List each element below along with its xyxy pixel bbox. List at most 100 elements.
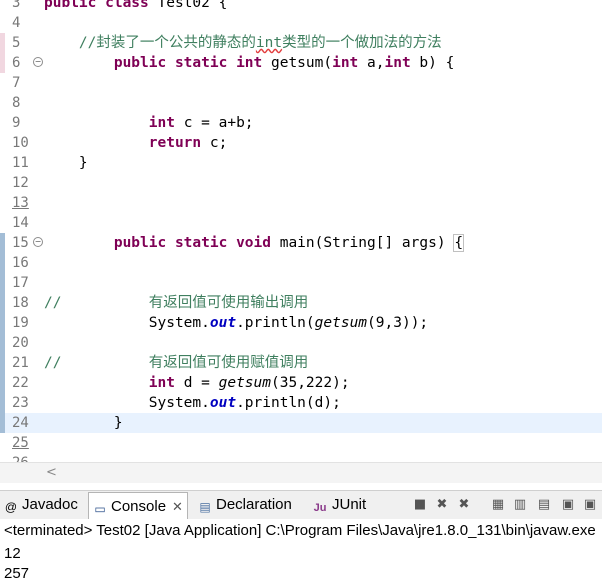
code-keyword: int [148, 375, 184, 391]
line-number: 24 [12, 415, 29, 431]
code-line[interactable]: 15− public static void main(String[] arg… [0, 233, 602, 253]
code-text: } [44, 153, 88, 173]
line-number: 19 [12, 315, 29, 331]
code-line[interactable]: 10 return c; [0, 133, 602, 153]
line-number: 8 [12, 95, 21, 111]
fold-toggle-icon[interactable]: − [33, 57, 43, 67]
line-number: 14 [12, 215, 29, 231]
code-text: } [44, 413, 123, 433]
code-line[interactable]: 5 //封装了一个公共的静态的int类型的一个做加法的方法 [0, 33, 602, 53]
code-line[interactable]: 8 [0, 93, 602, 113]
code-text: int c = a+b; [44, 113, 254, 133]
code-token: c; [209, 135, 228, 151]
console-output-line: 12 [4, 545, 21, 562]
code-line[interactable]: 6− public static int getsum(int a,int b)… [0, 53, 602, 73]
line-number: 16 [12, 255, 29, 271]
code-line[interactable]: 23 System.out.println(d); [0, 393, 602, 413]
line-number: 7 [12, 75, 21, 91]
code-token: c = a+b; [183, 115, 254, 131]
tab-label: JUnit [332, 496, 367, 513]
remove-launch-icon[interactable]: ✖ [434, 497, 450, 513]
code-line[interactable]: 14 [0, 213, 602, 233]
code-line[interactable]: 13 [0, 193, 602, 213]
code-keyword: return [148, 135, 210, 151]
tab-console[interactable]: ▭ Console ✕ [88, 492, 188, 520]
code-keyword: static [174, 235, 237, 251]
code-line[interactable]: 7 [0, 73, 602, 93]
code-keyword: int [332, 55, 368, 71]
line-number: 23 [12, 395, 29, 411]
display-console-icon[interactable]: ▣ [582, 497, 598, 513]
tab-declaration[interactable]: ▤ Declaration [198, 494, 292, 516]
code-token: out [209, 395, 237, 411]
code-token: getsum( [270, 55, 333, 71]
line-number: 13 [12, 195, 29, 211]
line-number: 12 [12, 175, 29, 191]
line-number: 25 [12, 435, 29, 451]
line-number: 9 [12, 115, 21, 131]
remove-all-icon[interactable]: ✖ [456, 497, 472, 513]
annotation-marker [0, 53, 5, 73]
code-token: (9,3)); [367, 315, 429, 331]
code-token: (35,222); [271, 375, 350, 391]
scroll-left-icon[interactable]: < [46, 465, 57, 480]
code-line[interactable]: 11 } [0, 153, 602, 173]
code-line[interactable]: 18 // 有返回值可使用输出调用 [0, 293, 602, 313]
code-line[interactable]: 26 [0, 453, 602, 462]
code-line[interactable]: 16 [0, 253, 602, 273]
horizontal-scrollbar[interactable]: < [0, 462, 602, 483]
junit-icon: Ju [313, 502, 327, 514]
code-token: getsum [218, 375, 271, 391]
quick-diff-marker [0, 293, 5, 313]
code-token: System. [44, 315, 210, 331]
code-line[interactable]: 19 System.out.println(getsum(9,3)); [0, 313, 602, 333]
code-editor[interactable]: 3 public class Test02 {4 5 //封装了一个公共的静态的in… [0, 0, 602, 462]
tab-label: Console [111, 498, 167, 515]
at-icon: @ [4, 500, 18, 514]
annotation-marker [0, 33, 5, 53]
quick-diff-marker [0, 333, 5, 353]
code-text: //封装了一个公共的静态的int类型的一个做加法的方法 [44, 33, 442, 53]
code-line[interactable]: 22 int d = getsum(35,222); [0, 373, 602, 393]
scroll-lock-icon[interactable]: ▥ [512, 497, 528, 513]
tab-label: Javadoc [22, 496, 78, 513]
word-wrap-icon[interactable]: ▤ [536, 497, 552, 513]
code-keyword: public [44, 0, 106, 11]
console-process-label: <terminated> Test02 [Java Application] C… [0, 519, 602, 543]
code-line[interactable]: 3 public class Test02 { [0, 0, 602, 13]
code-line[interactable]: 21 // 有返回值可使用赋值调用 [0, 353, 602, 373]
code-comment: int [255, 35, 283, 51]
code-text: return c; [44, 133, 228, 153]
code-keyword: void [236, 235, 280, 251]
code-text: System.out.println(getsum(9,3)); [44, 313, 428, 333]
code-keyword: static [174, 55, 237, 71]
code-token: getsum [314, 315, 368, 331]
tab-junit[interactable]: Ju JUnit [312, 494, 367, 516]
line-number: 11 [12, 155, 29, 171]
code-comment: //封装了一个公共的静态的 [78, 35, 256, 51]
code-comment: 类型的一个做加法的方法 [282, 35, 442, 51]
code-line[interactable]: 20 [0, 333, 602, 353]
code-line[interactable]: 25 [0, 433, 602, 453]
close-icon[interactable]: ✕ [172, 499, 183, 514]
quick-diff-marker [0, 393, 5, 413]
code-token: System. [44, 395, 210, 411]
fold-toggle-icon[interactable]: − [33, 237, 43, 247]
pin-console-icon[interactable]: ▣ [560, 497, 576, 513]
code-token: .println( [236, 315, 315, 331]
terminate-icon[interactable]: ■ [412, 497, 428, 513]
views-tab-bar: ■ ✖ ✖ ▦ ▥ ▤ ▣ ▣ @ Javadoc ▭ Console ✕ ▤ Declar… [0, 490, 602, 520]
code-line[interactable]: 9 int c = a+b; [0, 113, 602, 133]
code-line[interactable]: 4 [0, 13, 602, 33]
code-line[interactable]: 24 } [0, 413, 602, 433]
code-line[interactable]: 12 [0, 173, 602, 193]
tab-javadoc[interactable]: @ Javadoc [4, 494, 78, 516]
clear-console-icon[interactable]: ▦ [490, 497, 506, 513]
code-text: int d = getsum(35,222); [44, 373, 350, 393]
quick-diff-marker [0, 273, 5, 293]
line-number: 17 [12, 275, 29, 291]
code-line[interactable]: 17 [0, 273, 602, 293]
